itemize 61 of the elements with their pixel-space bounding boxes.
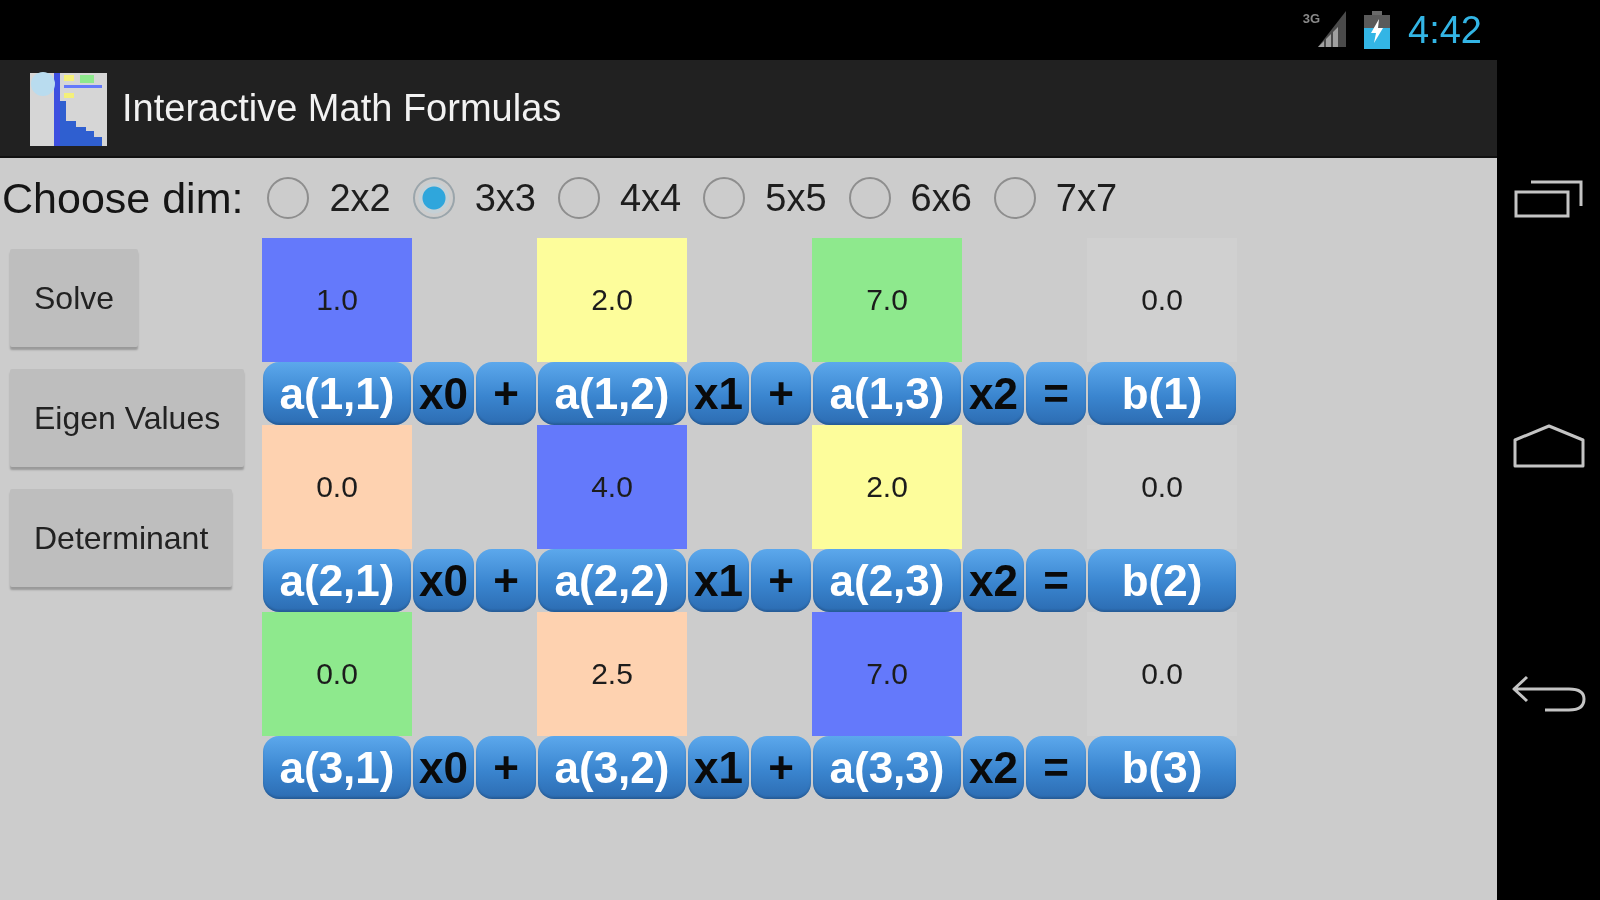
coefficient-field[interactable]: 2.0 xyxy=(812,425,962,549)
term-chip[interactable]: = xyxy=(1026,736,1086,799)
recent-apps-icon[interactable] xyxy=(1512,178,1585,218)
dimension-option[interactable]: 5x5 xyxy=(703,176,827,220)
term-chip[interactable]: x0 xyxy=(413,736,474,799)
action-button[interactable]: Eigen Values xyxy=(10,369,245,467)
term-chip[interactable]: x0 xyxy=(413,549,474,612)
term-chip[interactable]: a(2,2) xyxy=(538,549,686,612)
term-chip[interactable]: a(2,3) xyxy=(813,549,961,612)
dimension-option[interactable]: 4x4 xyxy=(557,176,682,220)
coefficient-field[interactable]: 0.0 xyxy=(262,612,412,736)
coefficient-field[interactable]: 1.0 xyxy=(262,238,412,362)
term-chip[interactable]: + xyxy=(476,362,536,425)
term-chip[interactable]: x1 xyxy=(688,362,749,425)
coefficient-field[interactable]: 4.0 xyxy=(537,425,687,549)
dimension-option[interactable]: 3x3 xyxy=(412,176,536,220)
term-chip[interactable]: + xyxy=(476,549,536,612)
term-chip[interactable]: a(2,1) xyxy=(263,549,411,612)
dimension-option[interactable]: 2x2 xyxy=(267,176,391,220)
term-chip[interactable]: a(1,2) xyxy=(538,362,686,425)
term-chip[interactable]: a(1,3) xyxy=(813,362,961,425)
term-chip[interactable]: b(3) xyxy=(1088,736,1236,799)
term-chip[interactable]: + xyxy=(751,736,811,799)
clock-time: 4:42 xyxy=(1408,8,1482,52)
battery-charging-icon xyxy=(1364,11,1391,49)
term-chip[interactable]: a(3,1) xyxy=(263,736,411,799)
term-chip[interactable]: + xyxy=(751,549,811,612)
network-type-label: 3G xyxy=(1302,12,1321,26)
dimension-option[interactable]: 7x7 xyxy=(993,176,1118,220)
action-button[interactable]: Solve xyxy=(10,249,139,347)
back-icon[interactable] xyxy=(1510,674,1587,712)
coefficient-field[interactable]: 0.0 xyxy=(262,425,412,549)
coefficient-field[interactable]: 7.0 xyxy=(812,238,962,362)
term-chip[interactable]: = xyxy=(1026,549,1086,612)
term-chip[interactable]: b(1) xyxy=(1088,362,1236,425)
term-chip[interactable]: x0 xyxy=(413,362,474,425)
term-chip[interactable]: b(2) xyxy=(1088,549,1236,612)
term-chip[interactable]: x2 xyxy=(963,362,1024,425)
term-chip[interactable]: x1 xyxy=(688,736,749,799)
term-chip[interactable]: x2 xyxy=(963,549,1024,612)
coefficient-field[interactable]: 7.0 xyxy=(812,612,962,736)
term-chip[interactable]: x2 xyxy=(963,736,1024,799)
constant-field[interactable]: 0.0 xyxy=(1087,425,1237,549)
term-chip[interactable]: = xyxy=(1026,362,1086,425)
app-title: Interactive Math Formulas xyxy=(122,86,562,130)
action-button[interactable]: Determinant xyxy=(10,489,233,587)
term-chip[interactable]: a(3,2) xyxy=(538,736,686,799)
term-chip[interactable]: a(3,3) xyxy=(813,736,961,799)
term-chip[interactable]: + xyxy=(476,736,536,799)
signal-bars-icon xyxy=(1318,11,1349,47)
dimension-label: Choose dim: xyxy=(2,173,244,223)
home-icon[interactable] xyxy=(1512,424,1585,468)
constant-field[interactable]: 0.0 xyxy=(1087,238,1237,362)
coefficient-field[interactable]: 2.0 xyxy=(537,238,687,362)
term-chip[interactable]: + xyxy=(751,362,811,425)
term-chip[interactable]: a(1,1) xyxy=(263,362,411,425)
term-chip[interactable]: x1 xyxy=(688,549,749,612)
constant-field[interactable]: 0.0 xyxy=(1087,612,1237,736)
coefficient-field[interactable]: 2.5 xyxy=(537,612,687,736)
app-logo-icon xyxy=(30,70,107,146)
dimension-option[interactable]: 6x6 xyxy=(848,176,972,220)
